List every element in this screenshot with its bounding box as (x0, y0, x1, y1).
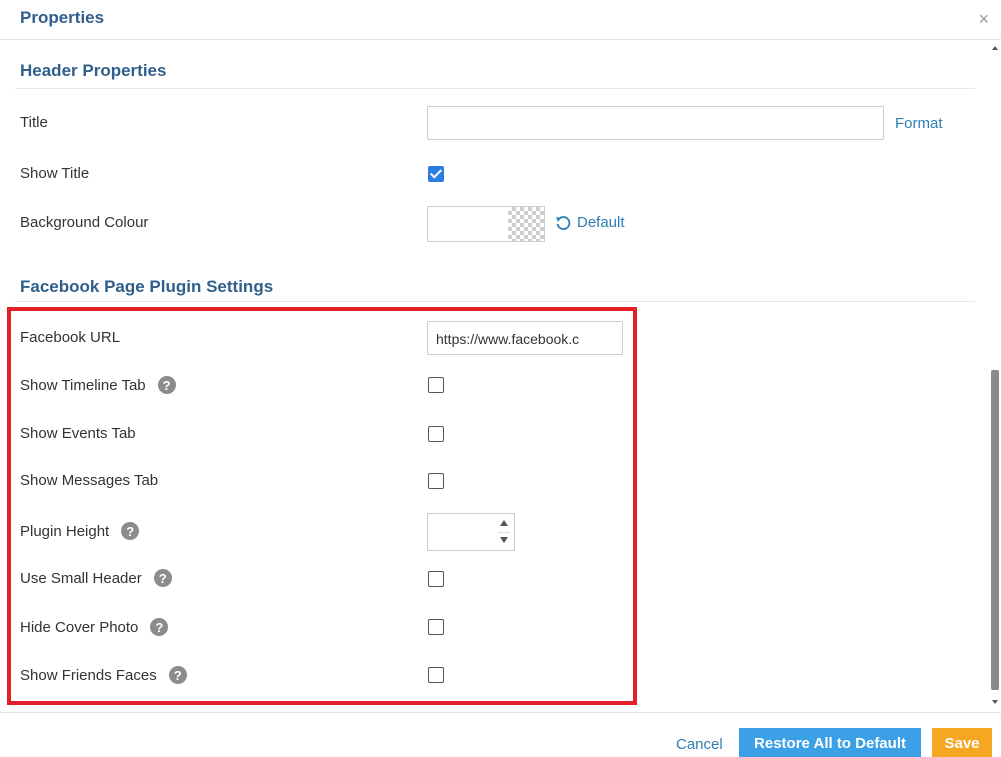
show-title-label: Show Title (20, 165, 90, 182)
title-label: Title (20, 114, 48, 131)
format-link[interactable]: Format (895, 115, 943, 132)
title-input[interactable] (427, 106, 884, 140)
scroll-down-arrow-icon[interactable] (992, 700, 998, 704)
restore-all-default-button[interactable]: Restore All to Default (739, 728, 921, 757)
use-small-header-checkbox[interactable] (428, 571, 444, 587)
transparent-swatch[interactable] (508, 207, 544, 241)
facebook-url-input[interactable]: https://www.facebook.c (427, 321, 623, 355)
hide-cover-photo-label: Hide Cover Photo (20, 618, 139, 636)
section-divider (15, 88, 975, 89)
undo-icon (556, 215, 571, 230)
plugin-height-field: Plugin Height ? (20, 522, 140, 540)
hide-cover-photo-field: Hide Cover Photo ? (20, 618, 169, 636)
background-colour-label: Background Colour (20, 214, 149, 231)
scrollbar-thumb[interactable] (991, 370, 999, 690)
section-title-facebook-settings: Facebook Page Plugin Settings (20, 277, 274, 296)
show-timeline-tab-label: Show Timeline Tab (20, 376, 146, 394)
save-button[interactable]: Save (932, 728, 992, 757)
footer-divider (0, 712, 1001, 713)
show-friends-faces-label: Show Friends Faces (20, 666, 157, 684)
help-icon[interactable]: ? (150, 618, 169, 636)
stepper-divider (498, 532, 510, 533)
show-friends-faces-checkbox[interactable] (428, 667, 444, 683)
plugin-height-stepper[interactable] (427, 513, 515, 551)
stepper-down-arrow-icon[interactable] (500, 537, 508, 543)
help-icon[interactable]: ? (168, 666, 187, 684)
help-icon[interactable]: ? (153, 569, 172, 587)
show-timeline-tab-field: Show Timeline Tab ? (20, 376, 176, 394)
hide-cover-photo-checkbox[interactable] (428, 619, 444, 635)
facebook-url-label: Facebook URL (20, 329, 121, 346)
show-friends-faces-field: Show Friends Faces ? (20, 666, 187, 684)
scrollbar[interactable] (991, 40, 1001, 708)
show-events-tab-checkbox[interactable] (428, 426, 444, 442)
default-colour-link[interactable]: Default (555, 214, 625, 231)
help-icon[interactable]: ? (121, 522, 140, 540)
show-messages-tab-label: Show Messages Tab (20, 472, 159, 489)
show-events-tab-label: Show Events Tab (20, 425, 136, 442)
default-link-label: Default (577, 214, 625, 231)
section-title-header-properties: Header Properties (20, 61, 167, 80)
cancel-button[interactable]: Cancel (676, 736, 723, 753)
show-title-checkbox[interactable] (428, 166, 444, 182)
stepper-up-arrow-icon[interactable] (500, 520, 508, 526)
background-colour-picker[interactable] (427, 206, 545, 242)
highlight-annotation-box (7, 307, 637, 705)
dialog-title: Properties (20, 8, 105, 27)
show-messages-tab-checkbox[interactable] (428, 473, 444, 489)
section-divider (15, 301, 975, 302)
stepper-buttons[interactable] (498, 516, 510, 548)
close-icon[interactable]: × (978, 10, 989, 28)
dialog-header: Properties × (0, 0, 1001, 40)
help-icon[interactable]: ? (157, 376, 176, 394)
show-timeline-tab-checkbox[interactable] (428, 377, 444, 393)
scroll-up-arrow-icon[interactable] (992, 46, 998, 50)
use-small-header-label: Use Small Header (20, 569, 142, 587)
use-small-header-field: Use Small Header ? (20, 569, 172, 587)
plugin-height-label: Plugin Height (20, 522, 110, 540)
